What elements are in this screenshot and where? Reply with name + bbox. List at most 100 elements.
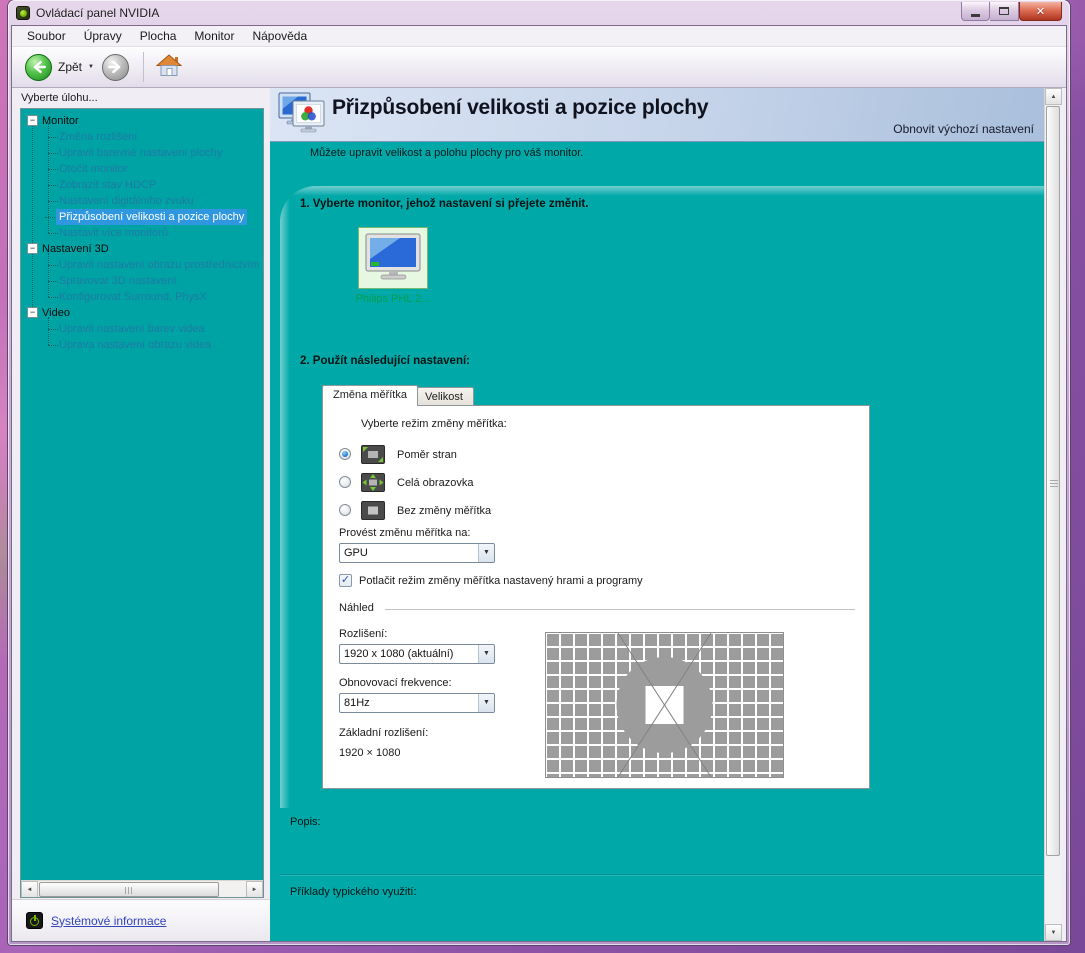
menu-upravy[interactable]: Úpravy — [75, 27, 131, 45]
tree-item-obraz-videa[interactable]: Úprava nastavení obrazu videa — [47, 337, 211, 353]
tree-group-nastaveni-3d[interactable]: Nastavení 3D — [42, 241, 109, 257]
main-content: Přizpůsobení velikosti a pozice plochy O… — [270, 88, 1044, 941]
tree-item-spravovat-3d[interactable]: Spravovat 3D nastavení — [47, 273, 176, 289]
examples-label: Příklady typického využití: — [290, 886, 417, 898]
collapse-toggle-monitor[interactable]: − — [27, 115, 38, 126]
back-button[interactable] — [25, 53, 52, 81]
override-scaling-checkbox[interactable]: ✓ — [339, 574, 352, 587]
scroll-down-icon: ▼ — [1050, 929, 1057, 936]
tree-group-video[interactable]: Video — [42, 305, 70, 321]
forward-arrow-icon — [108, 60, 121, 74]
nvidia-app-icon — [16, 6, 30, 20]
scroll-right-button[interactable]: ► — [246, 881, 263, 897]
radio-cela-obrazovka-label[interactable]: Celá obrazovka — [397, 477, 473, 489]
no-scaling-icon — [361, 501, 385, 520]
monitor-icon — [365, 233, 421, 280]
tree-connector-line — [48, 253, 49, 297]
nvidia-control-panel-window: Ovládací panel NVIDIA ✕ Soubor Úpravy Pl… — [8, 0, 1070, 945]
combo-arrow-icon[interactable]: ▼ — [478, 694, 494, 712]
tree-item-surround-physx[interactable]: Konfigurovat Surround, PhysX — [48, 289, 207, 305]
tree-item-prizpusobeni-velikosti[interactable]: Přizpůsobení velikosti a pozice plochy — [44, 209, 248, 225]
main-vertical-scrollbar[interactable]: ▲ ▼ — [1044, 88, 1062, 941]
tree-item-digitalni-zvuk[interactable]: Nastavení digitálního zvuku — [48, 193, 194, 209]
sidebar-footer: Systémové informace — [12, 899, 270, 941]
tree-item-otocit-monitor[interactable]: Otočit monitor — [47, 161, 127, 177]
refresh-rate-combo[interactable]: 81Hz ▼ — [339, 693, 495, 713]
sidebar: Vyberte úlohu... − Monitor Změna rozliše… — [12, 88, 270, 941]
home-house-icon — [155, 54, 183, 76]
menu-soubor[interactable]: Soubor — [18, 27, 75, 45]
base-resolution-value: 1920 × 1080 — [339, 747, 401, 759]
task-tree: − Monitor Změna rozlišení Upravit barevn… — [20, 108, 264, 898]
combo-arrow-icon[interactable]: ▼ — [478, 544, 494, 562]
description-label: Popis: — [290, 816, 321, 828]
override-scaling-label[interactable]: Potlačit režim změny měřítka nastavený h… — [359, 575, 643, 587]
sidebar-horizontal-scrollbar[interactable]: ◄ ► — [21, 880, 263, 897]
tree-item-upravit-obrazu-nahled[interactable]: Upravit nastavení obrazu prostřednictvím… — [48, 257, 263, 273]
display-settings-icon — [278, 92, 326, 140]
tree-item-zmena-rozliseni[interactable]: Změna rozlišení — [47, 129, 137, 145]
monitor-tile-philips[interactable] — [358, 227, 428, 289]
maximize-icon — [999, 7, 1009, 15]
menu-monitor[interactable]: Monitor — [185, 27, 243, 45]
perform-scaling-combo[interactable]: GPU ▼ — [339, 543, 495, 563]
window-controls: ✕ — [961, 2, 1062, 21]
menu-napoveda[interactable]: Nápověda — [243, 27, 316, 45]
radio-bez-zmeny-label[interactable]: Bez změny měřítka — [397, 505, 491, 517]
window-title: Ovládací panel NVIDIA — [36, 6, 160, 20]
sidebar-header: Vyberte úlohu... — [21, 92, 98, 104]
collapse-toggle-video[interactable]: − — [27, 307, 38, 318]
maximize-button[interactable] — [990, 2, 1019, 21]
vertical-scroll-thumb[interactable] — [1046, 106, 1060, 856]
preview-group-line — [385, 609, 855, 610]
home-icon[interactable] — [155, 53, 183, 81]
titlebar[interactable]: Ovládací panel NVIDIA ✕ — [12, 2, 1066, 24]
tab-zmena-meritka[interactable]: Změna měřítka — [322, 385, 418, 406]
section-divider — [280, 874, 1044, 875]
tree-connector-line — [48, 317, 49, 345]
tree-item-barvy-videa[interactable]: Upravit nastavení barev videa — [48, 321, 205, 337]
scroll-down-button[interactable]: ▼ — [1045, 924, 1062, 941]
tree-item-zobrazit-hdcp[interactable]: Zobrazit stav HDCP — [47, 177, 156, 193]
horizontal-scroll-thumb[interactable] — [39, 882, 219, 897]
tree-connector-line — [32, 125, 33, 309]
back-history-caret-icon[interactable]: ▼ — [88, 64, 94, 70]
collapse-toggle-nastaveni-3d[interactable]: − — [27, 243, 38, 254]
settings-page: 1. Vyberte monitor, jehož nastavení si p… — [280, 186, 1044, 808]
aspect-ratio-icon — [361, 445, 385, 464]
tree-item-upravit-barevne[interactable]: Upravit barevné nastavení plochy — [47, 145, 222, 161]
preview-group-label: Náhled — [339, 602, 374, 614]
radio-bez-zmeny[interactable] — [339, 504, 351, 516]
tree-item-vice-monitoru[interactable]: Nastavit více monitorů — [48, 225, 168, 241]
tab-velikost[interactable]: Velikost — [414, 387, 474, 407]
menu-plocha[interactable]: Plocha — [131, 27, 186, 45]
menubar: Soubor Úpravy Plocha Monitor Nápověda — [12, 26, 1066, 47]
scroll-up-button[interactable]: ▲ — [1045, 88, 1062, 105]
base-resolution-label: Základní rozlišení: — [339, 727, 429, 739]
page-title: Přizpůsobení velikosti a pozice plochy — [332, 96, 709, 119]
forward-button[interactable] — [101, 53, 129, 81]
scroll-thumb-grip — [1050, 480, 1058, 488]
nvidia-eye-icon — [20, 10, 27, 17]
close-button[interactable]: ✕ — [1019, 2, 1062, 21]
system-info-link[interactable]: Systémové informace — [51, 914, 166, 928]
monitor-name-label: Philips PHL 2... — [355, 293, 431, 305]
desktop-background: Ovládací panel NVIDIA ✕ Soubor Úpravy Pl… — [0, 0, 1085, 953]
scroll-left-button[interactable]: ◄ — [21, 881, 38, 897]
minimize-button[interactable] — [961, 2, 990, 21]
resolution-combo[interactable]: 1920 x 1080 (aktuální) ▼ — [339, 644, 495, 664]
scaling-tab-panel: Vyberte režim změny měřítka: Poměr stran — [322, 405, 870, 789]
radio-pomer-stran-label[interactable]: Poměr stran — [397, 449, 457, 461]
step2-heading: 2. Použít následující nastavení: — [300, 355, 470, 367]
tree-group-monitor[interactable]: Monitor — [42, 113, 79, 129]
step1-heading: 1. Vyberte monitor, jehož nastavení si p… — [300, 198, 589, 210]
perform-scaling-label: Provést změnu měřítka na: — [339, 527, 471, 539]
combo-arrow-icon[interactable]: ▼ — [478, 645, 494, 663]
perform-scaling-value: GPU — [344, 547, 368, 559]
restore-defaults-link[interactable]: Obnovit výchozí nastavení — [893, 122, 1034, 136]
scaling-preview-image — [545, 632, 784, 778]
back-button-label[interactable]: Zpět — [58, 60, 82, 74]
radio-cela-obrazovka[interactable] — [339, 476, 351, 488]
page-subtitle: Můžete upravit velikost a polohu plochy … — [310, 147, 584, 159]
radio-pomer-stran[interactable] — [339, 448, 351, 460]
